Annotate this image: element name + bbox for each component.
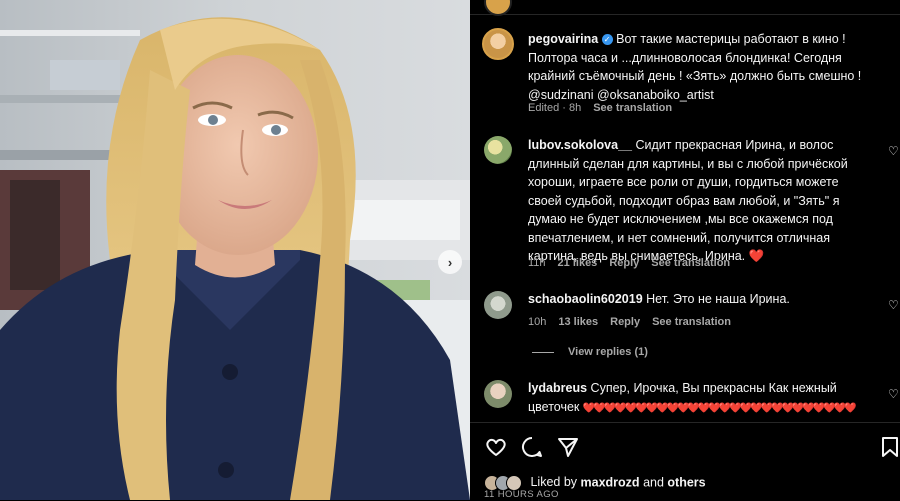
reply-button[interactable]: Reply <box>610 316 640 328</box>
liked-by-others[interactable]: others <box>667 475 705 489</box>
see-translation-link[interactable]: See translation <box>651 257 730 269</box>
see-translation-link[interactable]: See translation <box>593 102 672 114</box>
like-comment-heart-icon[interactable]: ♡ <box>888 144 900 158</box>
comment-line: своей судьбой, подходит образ вам любой,… <box>528 193 840 208</box>
comment-text: schaobaolin602019 Нет. Это не наша Ирина… <box>528 290 863 309</box>
comment-meta: 10h 13 likes Reply See translation <box>528 316 731 328</box>
post-header-strip <box>470 0 900 16</box>
comment-line: хороши, играете все роли от души, гордит… <box>528 175 839 189</box>
comment-time: 10h <box>528 316 547 328</box>
post-photo[interactable]: › <box>0 0 470 500</box>
comment-line: длинный сделан для картины, и вы с любой… <box>528 156 848 171</box>
comment-line: думаю не будет исключением ,мы все окаже… <box>528 212 833 226</box>
caption-mentions[interactable]: @sudzinani @oksanaboiko_artist <box>528 88 714 102</box>
comment-line: Супер, Ирочка, Вы прекрасны Как нежный <box>590 381 837 395</box>
author-avatar[interactable] <box>482 28 514 60</box>
comment-username[interactable]: lubov.sokolova__ <box>528 138 632 152</box>
like-comment-heart-icon[interactable]: ♡ <box>888 387 900 401</box>
chevron-right-icon[interactable]: › <box>438 250 462 274</box>
caption-line: Вот такие мастерицы работают в кино ! <box>616 32 846 46</box>
see-translation-link[interactable]: See translation <box>652 316 731 328</box>
liked-by-user[interactable]: maxdrozd <box>581 475 640 489</box>
photo-image <box>0 0 470 500</box>
like-comment-heart-icon[interactable]: ♡ <box>888 298 900 312</box>
caption-line: крайний съёмочный день ! «Зять» должно б… <box>528 69 862 83</box>
comment-line: впечатлением, и нет сомнений, получится … <box>528 230 831 245</box>
reply-button[interactable]: Reply <box>609 257 639 269</box>
comment-line: Сидит прекрасная Ирина, и волос <box>635 138 834 152</box>
share-icon[interactable] <box>556 435 580 459</box>
comments-list[interactable]: pegovairina ✓ Вот такие мастерицы работа… <box>470 14 900 422</box>
comment-likes[interactable]: 13 likes <box>558 316 598 328</box>
comment-likes[interactable]: 21 likes <box>558 257 598 269</box>
bookmark-icon[interactable] <box>878 435 900 459</box>
caption-meta: Edited · 8h See translation <box>528 102 672 114</box>
comment-text: lydabreus Супер, Ирочка, Вы прекрасны Ка… <box>528 379 873 422</box>
replies-divider <box>532 351 554 353</box>
liked-by-prefix: Liked by <box>530 475 578 490</box>
post-caption: pegovairina ✓ Вот такие мастерицы работа… <box>528 30 888 104</box>
liked-by-and: and <box>643 475 664 490</box>
heart-icon[interactable] <box>484 435 508 459</box>
comment-time: 11h <box>528 257 546 269</box>
post-time-ago: 11 HOURS AGO <box>484 489 559 500</box>
comment-icon[interactable] <box>520 435 544 459</box>
comment-line: цветочек <box>528 399 580 414</box>
comment-username[interactable]: lydabreus <box>528 381 587 395</box>
view-replies-label: View replies (1) <box>568 346 648 358</box>
author-username[interactable]: pegovairina <box>528 32 598 46</box>
comment-text: lubov.sokolova__ Сидит прекрасная Ирина,… <box>528 136 863 266</box>
comment-meta: 11h 21 likes Reply See translation <box>528 257 730 269</box>
commenter-avatar[interactable] <box>484 380 512 408</box>
commenter-avatar[interactable] <box>484 291 512 319</box>
comment-line: Нет. Это не наша Ирина. <box>646 292 790 306</box>
verified-badge-icon: ✓ <box>601 34 613 46</box>
hearts-emoji: ❤️❤️❤️❤️❤️❤️❤️❤️❤️❤️❤️❤️❤️❤️❤️❤️❤️❤️❤️❤️… <box>582 402 857 414</box>
heart-emoji: ❤️ <box>748 249 765 263</box>
commenter-avatar[interactable] <box>484 136 512 164</box>
liked-by-avatars <box>484 475 522 491</box>
comments-panel: pegovairina ✓ Вот такие мастерицы работа… <box>470 0 900 500</box>
view-replies-button[interactable]: View replies (1) <box>532 346 648 358</box>
comment-username[interactable]: schaobaolin602019 <box>528 292 643 306</box>
edited-time: Edited · 8h <box>528 102 582 114</box>
caption-line: Полтора часа и ...длинноволосая блондинк… <box>528 50 842 65</box>
